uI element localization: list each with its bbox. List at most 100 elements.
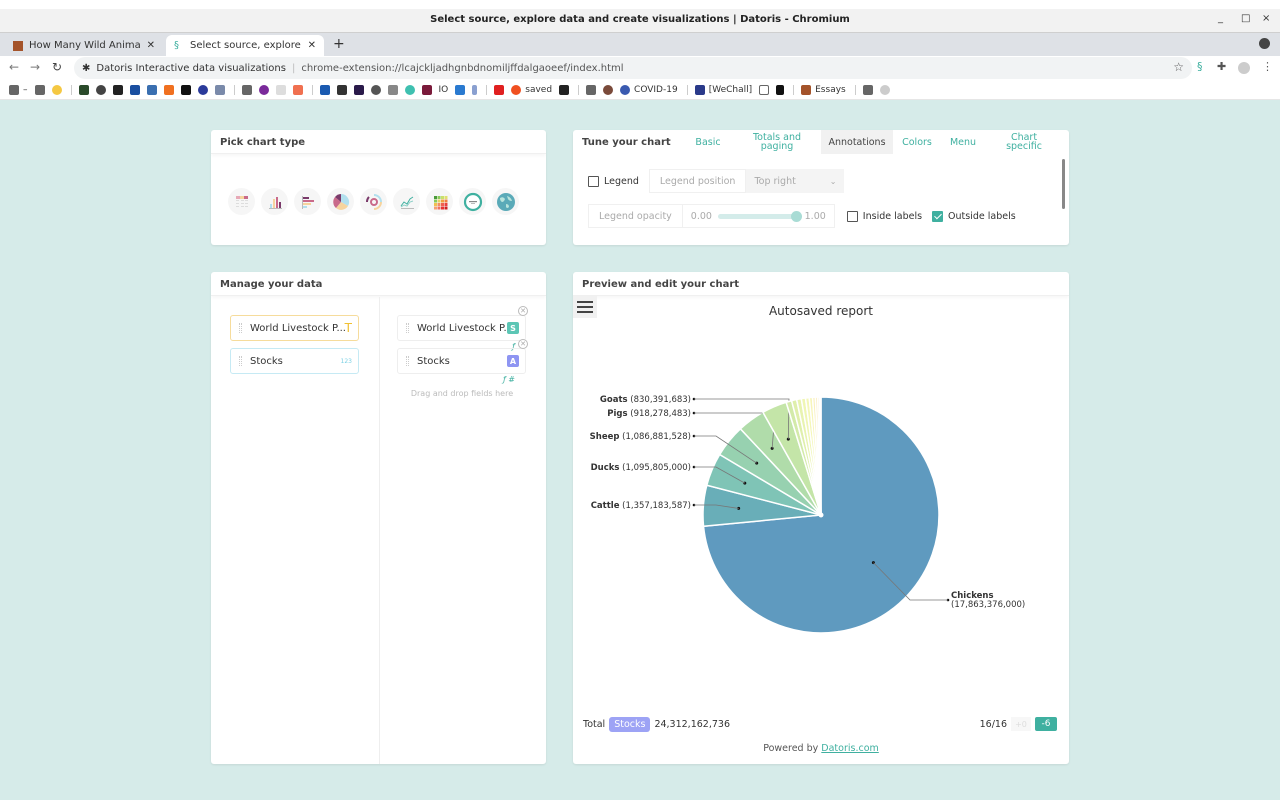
series-badge[interactable]: S <box>507 322 519 334</box>
chart-type-map[interactable] <box>492 188 519 215</box>
datoris-extension-icon[interactable]: § <box>1197 60 1203 73</box>
bookmark-item[interactable] <box>258 84 269 95</box>
bookmark-item[interactable] <box>776 84 785 95</box>
close-window-button[interactable]: × <box>1262 13 1270 24</box>
outside-labels-checkbox[interactable] <box>932 210 944 222</box>
bookmark-wechall[interactable]: [WeChall] <box>694 84 752 95</box>
browser-tab-datoris[interactable]: § Select source, explore data ✕ <box>166 35 324 56</box>
chart-type-sunburst[interactable] <box>360 188 387 215</box>
virus-icon <box>620 84 631 95</box>
bookmark-item[interactable] <box>759 84 770 95</box>
bookmark-item[interactable] <box>197 84 208 95</box>
bookmark-bulb[interactable] <box>51 84 62 95</box>
bookmark-essays[interactable]: Essays <box>801 84 846 95</box>
bookmark-item[interactable] <box>404 84 415 95</box>
aggregate-badge[interactable]: A <box>507 355 519 367</box>
bookmark-item[interactable] <box>421 84 432 95</box>
tab-annotations[interactable]: Annotations <box>821 130 893 154</box>
chart-type-line[interactable] <box>393 188 420 215</box>
available-field-stocks[interactable]: Stocks 123 <box>230 348 359 374</box>
inside-labels-checkbox[interactable] <box>846 210 858 222</box>
bookmark-star-icon[interactable]: ☆ <box>1173 60 1184 74</box>
bookmark-item[interactable] <box>319 84 330 95</box>
extensions-icon[interactable]: ✚ <box>1217 60 1226 73</box>
bookmark-folder[interactable]: – <box>9 84 28 95</box>
bookmark-item[interactable] <box>275 84 286 95</box>
tab-close-icon[interactable]: ✕ <box>308 40 316 51</box>
selected-field-world-livestock[interactable]: World Livestock P... S ✕ ƒ <box>397 306 528 351</box>
bookmark-item[interactable] <box>559 84 570 95</box>
bookmark-item[interactable] <box>494 84 505 95</box>
bookmark-folder[interactable] <box>862 84 873 95</box>
legend-position-value: Top right <box>754 175 796 187</box>
panel-title: Pick chart type <box>211 130 546 154</box>
bookmark-folder[interactable] <box>34 84 45 95</box>
tab-totals-and-paging[interactable]: Totals and paging <box>733 130 821 154</box>
bookmark-covid[interactable]: COVID-19 <box>620 84 678 95</box>
tab-colors[interactable]: Colors <box>893 130 941 154</box>
legend-position-select[interactable]: Top right ⌄ <box>746 169 845 193</box>
legend-opacity-slider[interactable] <box>717 210 802 222</box>
dropzone-hint[interactable]: Drag and drop fields here <box>398 389 526 398</box>
bookmark-item[interactable] <box>112 84 123 95</box>
chart-type-gauge[interactable] <box>459 188 486 215</box>
bookmark-folder[interactable] <box>241 84 252 95</box>
forward-icon[interactable]: → <box>30 60 40 74</box>
bookmark-item[interactable] <box>353 84 364 95</box>
bookmark-item[interactable] <box>292 84 303 95</box>
back-icon[interactable]: ← <box>9 60 19 74</box>
show-more-button[interactable]: +0 <box>1011 717 1031 731</box>
remove-field-icon[interactable]: ✕ <box>518 339 528 349</box>
tab-close-icon[interactable]: ✕ <box>147 40 155 51</box>
chart-type-column[interactable] <box>261 188 288 215</box>
bookmark-item[interactable] <box>129 84 140 95</box>
kebab-menu-icon[interactable]: ⋮ <box>1262 60 1273 73</box>
drag-handle-icon[interactable] <box>406 356 409 366</box>
remove-field-icon[interactable]: ✕ <box>518 306 528 316</box>
new-tab-button[interactable]: + <box>333 36 345 52</box>
bookmark-item[interactable] <box>146 84 157 95</box>
drag-handle-icon[interactable] <box>406 323 409 333</box>
chart-type-heatmap[interactable] <box>426 188 453 215</box>
browser-tab-wild-animals[interactable]: How Many Wild Animals Ar ✕ <box>5 35 163 56</box>
bookmark-folder[interactable] <box>586 84 597 95</box>
tab-chart-specific[interactable]: Chart specific <box>985 130 1063 154</box>
bookmark-item[interactable]: IO <box>439 85 449 95</box>
maximize-button[interactable]: □ <box>1241 13 1250 24</box>
bookmark-saved[interactable]: saved <box>511 84 552 95</box>
bookmark-item[interactable] <box>180 84 191 95</box>
opacity-max: 1.00 <box>804 210 826 222</box>
bookmark-item[interactable] <box>163 84 174 95</box>
reload-icon[interactable]: ↻ <box>52 60 62 74</box>
minimize-button[interactable]: _ <box>1218 13 1223 24</box>
address-bar[interactable]: ✱ Datoris Interactive data visualization… <box>74 57 1192 79</box>
bookmark-item[interactable] <box>95 84 106 95</box>
profile-avatar-icon[interactable] <box>1238 62 1250 74</box>
bookmark-item[interactable] <box>78 84 89 95</box>
tab-basic[interactable]: Basic <box>683 130 733 154</box>
bookmark-item[interactable] <box>472 84 478 95</box>
datoris-link[interactable]: Datoris.com <box>821 743 878 754</box>
slider-handle[interactable] <box>790 210 802 222</box>
bookmark-item[interactable] <box>879 84 890 95</box>
legend-checkbox[interactable] <box>588 175 599 187</box>
options-scrollbar[interactable] <box>1062 159 1065 209</box>
tab-search-icon[interactable] <box>1259 38 1270 49</box>
tab-menu[interactable]: Menu <box>941 130 985 154</box>
function-format-icon[interactable]: ƒ # <box>503 375 515 384</box>
chart-type-bar[interactable] <box>294 188 321 215</box>
bookmark-item[interactable] <box>455 84 466 95</box>
folder-icon <box>241 84 252 95</box>
drag-handle-icon[interactable] <box>239 323 242 333</box>
bookmark-item[interactable] <box>387 84 398 95</box>
drag-handle-icon[interactable] <box>239 356 242 366</box>
bookmark-item[interactable] <box>214 84 225 95</box>
chart-type-pie[interactable] <box>327 188 354 215</box>
bookmark-item[interactable] <box>336 84 347 95</box>
show-less-button[interactable]: -6 <box>1035 717 1057 731</box>
bookmark-item[interactable] <box>370 84 381 95</box>
selected-field-stocks[interactable]: Stocks A ✕ ƒ # <box>397 339 528 384</box>
bookmark-item[interactable] <box>603 84 614 95</box>
chart-type-table[interactable] <box>228 188 255 215</box>
available-field-world-livestock[interactable]: World Livestock P... T <box>230 315 359 341</box>
